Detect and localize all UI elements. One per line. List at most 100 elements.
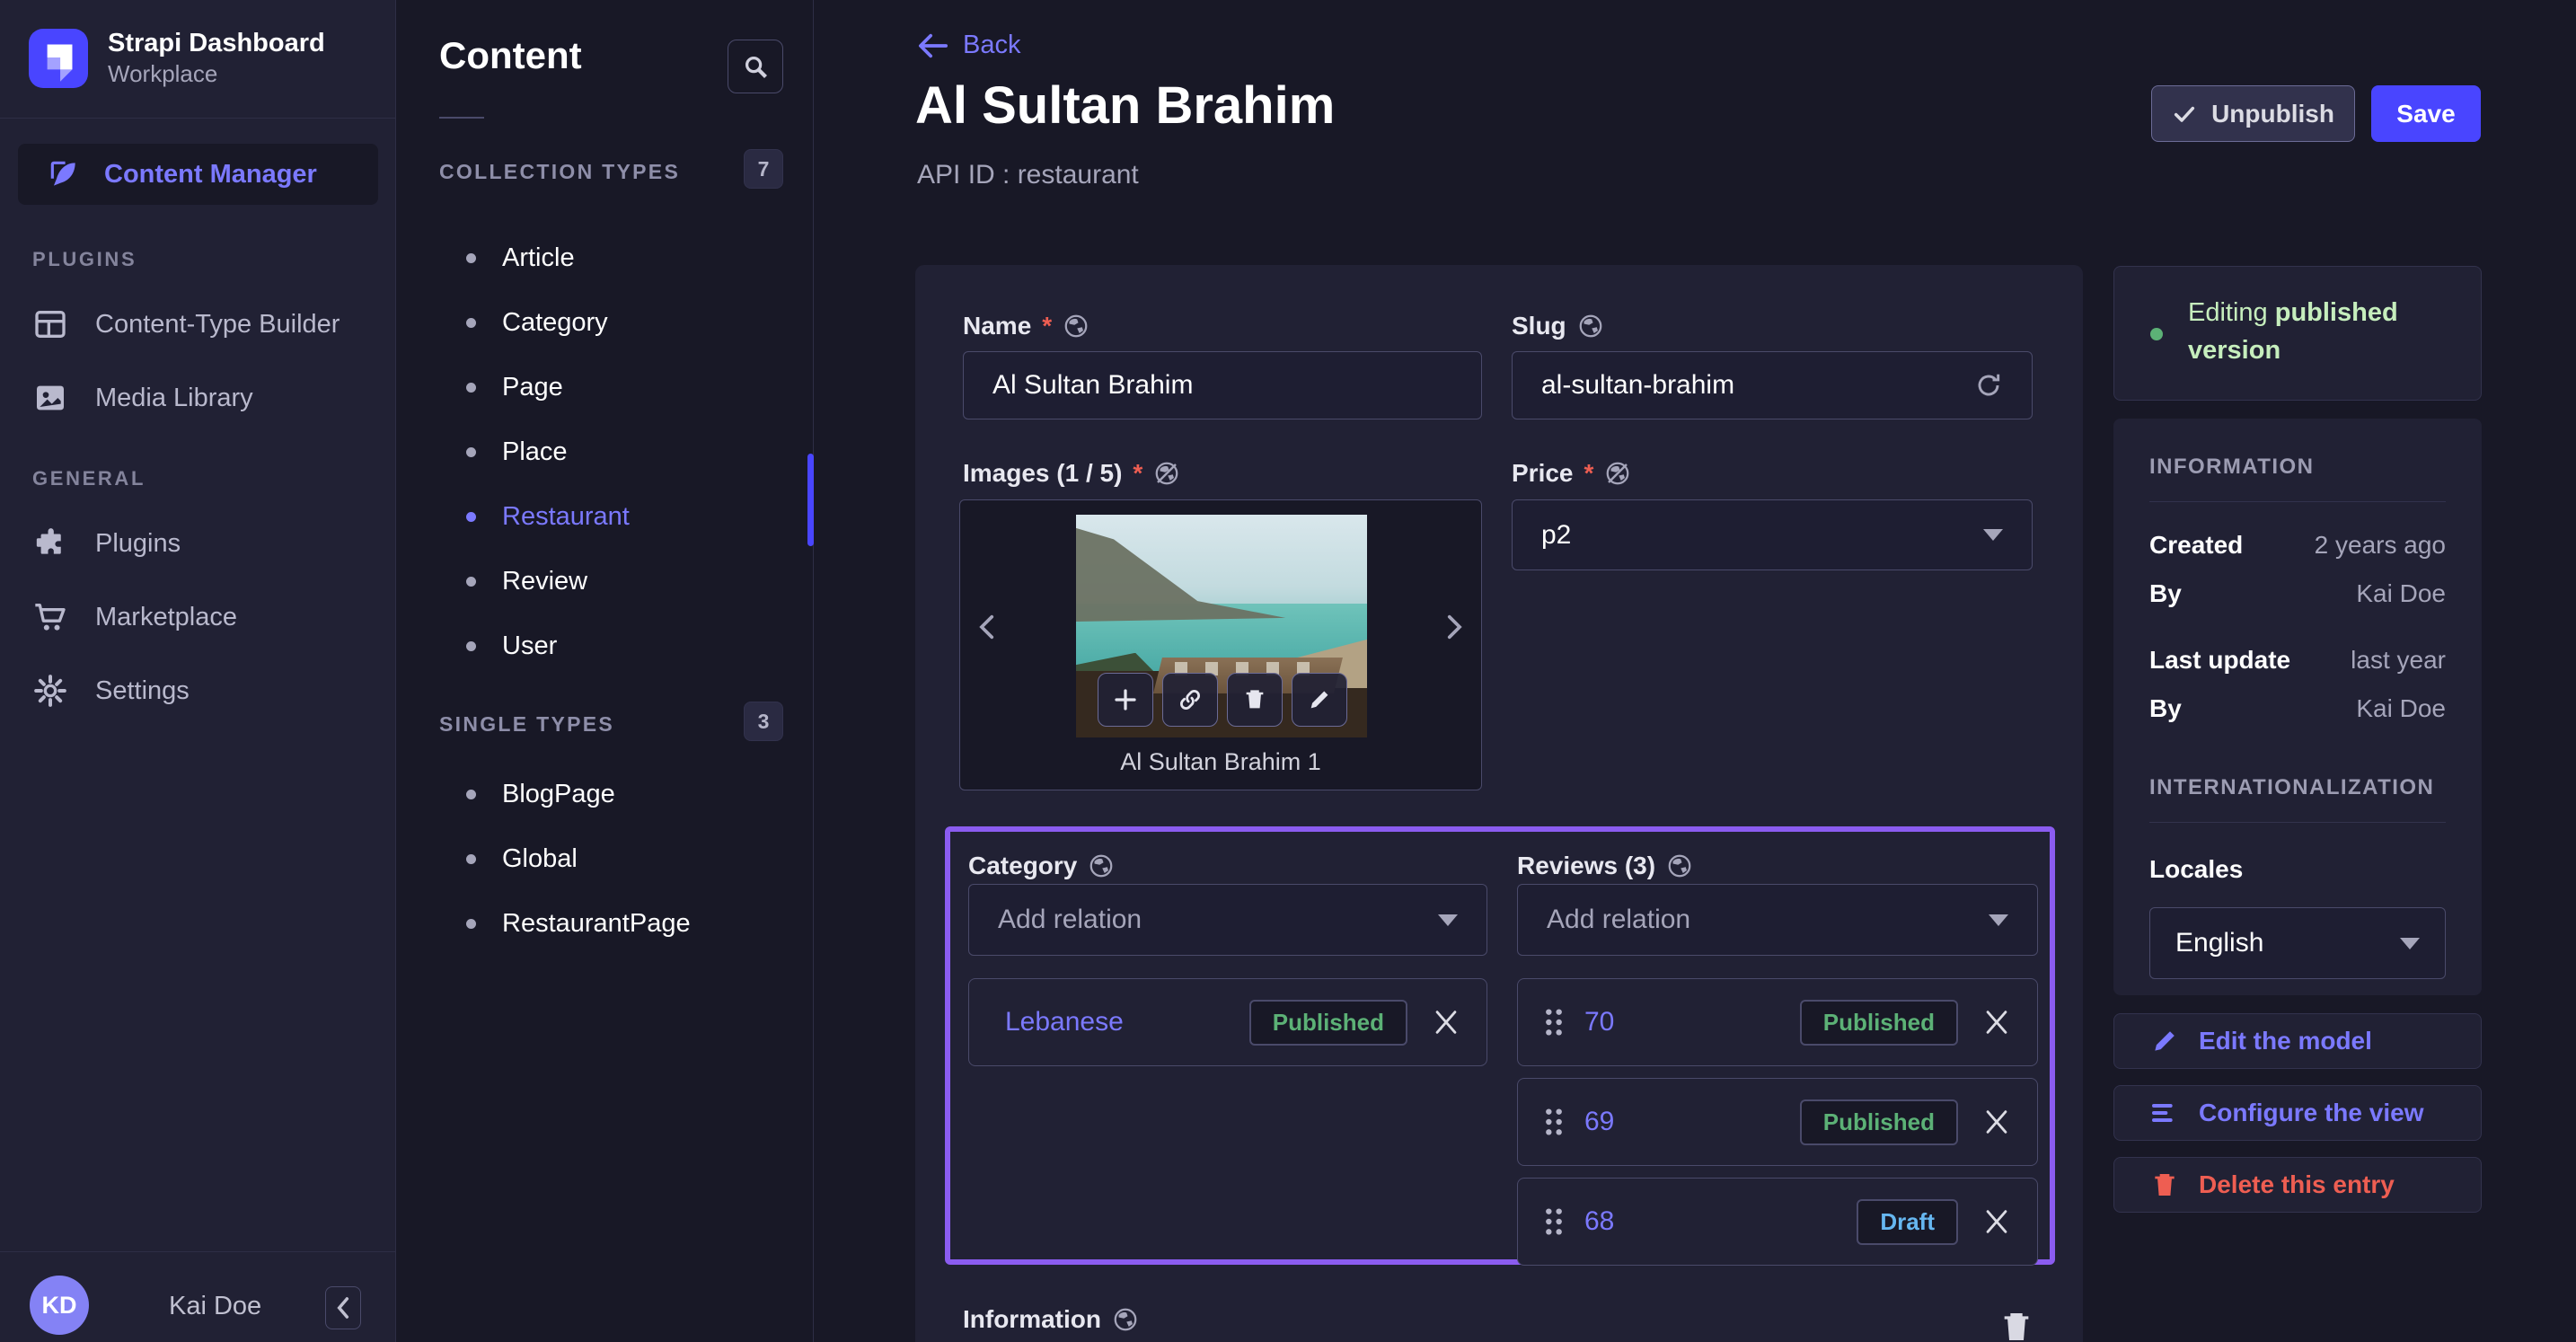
delete-entry-button[interactable]: Delete this entry (2113, 1157, 2482, 1213)
remove-relation-icon[interactable] (1431, 1007, 1461, 1037)
globe-icon (1064, 314, 1088, 338)
meta-label: By (2149, 694, 2182, 722)
label-text: Slug (1512, 312, 1566, 340)
sidebar-item-plugins[interactable]: Plugins (0, 507, 396, 580)
regenerate-icon[interactable] (1974, 371, 2003, 400)
content-subnav: Content COLLECTION TYPES 7 Article Categ… (396, 0, 814, 1342)
label-text: Information (963, 1305, 1101, 1333)
review-relation-item[interactable]: 68 Draft (1517, 1178, 2038, 1266)
cart-icon (35, 604, 66, 631)
category-field-label: Category (968, 852, 1115, 880)
sidebar-item-content-manager[interactable]: Content Manager (18, 144, 378, 205)
bullet-icon (466, 317, 476, 328)
item-label: Article (502, 243, 575, 272)
configure-view-button[interactable]: Configure the view (2113, 1085, 2482, 1141)
sidebar-item-page[interactable]: Page (396, 355, 807, 419)
nav-section-plugins: PLUGINS (32, 248, 137, 270)
name-input[interactable]: Al Sultan Brahim (963, 351, 1482, 419)
bullet-icon (466, 446, 476, 457)
collapse-sidebar-button[interactable] (325, 1286, 361, 1329)
trash-icon (1246, 690, 1264, 709)
remove-relation-icon[interactable] (1981, 1007, 2012, 1037)
price-select[interactable]: p2 (1512, 499, 2033, 570)
image-caption: Al Sultan Brahim 1 (1120, 748, 1321, 775)
locale-select[interactable]: English (2149, 907, 2446, 979)
save-button[interactable]: Save (2371, 85, 2481, 142)
edit-form-card: Name * Al Sultan Brahim Slug al-sultan-br… (915, 265, 2083, 1342)
entry-meta-panel: INFORMATION Created 2 years ago By Kai D… (2113, 419, 2482, 995)
sidebar-item-content-type-builder[interactable]: Content-Type Builder (0, 287, 396, 361)
sidebar-item-restaurant[interactable]: Restaurant (396, 484, 807, 549)
relations-selection-zone: Category Add relation Lebanese Published (945, 826, 2055, 1266)
page-title: Al Sultan Brahim (915, 76, 1336, 135)
slug-value: al-sultan-brahim (1541, 370, 1735, 400)
sidebar-item-settings[interactable]: Settings (0, 654, 396, 728)
user-name: Kai Doe (169, 1292, 262, 1320)
remove-relation-icon[interactable] (1981, 1107, 2012, 1137)
sidebar-item-restaurantpage[interactable]: RestaurantPage (396, 891, 807, 956)
relation-link[interactable]: 69 (1584, 1107, 1614, 1137)
button-label: Edit the model (2199, 1027, 2372, 1055)
drag-handle-icon[interactable] (1543, 1007, 1565, 1037)
review-relation-item[interactable]: 69 Published (1517, 1078, 2038, 1166)
meta-label: Created (2149, 531, 2244, 559)
sidebar-item-article[interactable]: Article (396, 225, 807, 290)
item-label: Global (502, 843, 578, 873)
delete-component-icon[interactable] (1998, 1307, 2034, 1342)
meta-label: Last update (2149, 646, 2291, 674)
strapi-admin: Strapi Dashboard Workplace Content Manag… (0, 0, 2576, 1342)
status-badge: Published (1799, 1099, 1958, 1145)
category-relation-item[interactable]: Lebanese Published (968, 978, 1487, 1066)
carousel-next-icon[interactable] (1438, 612, 1469, 642)
sidebar-item-place[interactable]: Place (396, 419, 807, 484)
category-add-relation-select[interactable]: Add relation (968, 884, 1487, 956)
unpublish-label: Unpublish (2211, 99, 2334, 128)
collection-types-count: 7 (744, 149, 783, 189)
remove-relation-icon[interactable] (1981, 1206, 2012, 1237)
sidebar-item-review[interactable]: Review (396, 549, 807, 614)
sidebar-item-marketplace[interactable]: Marketplace (0, 580, 396, 654)
meta-value: 2 years ago (2314, 531, 2446, 559)
add-image-button[interactable] (1098, 673, 1153, 727)
item-label: User (502, 631, 558, 660)
sidebar-item-global[interactable]: Global (396, 826, 807, 891)
drag-handle-icon[interactable] (1543, 1206, 1565, 1237)
published-dot-icon (2150, 328, 2163, 340)
slug-input[interactable]: al-sultan-brahim (1512, 351, 2033, 419)
label-text: Reviews (3) (1517, 852, 1656, 879)
review-relation-item[interactable]: 70 Published (1517, 978, 2038, 1066)
information-field-label: Information (963, 1305, 1139, 1334)
relation-link[interactable]: 70 (1584, 1007, 1614, 1037)
sidebar-item-label: Media Library (95, 383, 253, 412)
avatar[interactable]: KD (30, 1276, 89, 1335)
api-id: API ID : restaurant (917, 160, 1139, 190)
workspace-switcher[interactable]: Strapi Dashboard Workplace (29, 27, 325, 90)
edit-model-button[interactable]: Edit the model (2113, 1013, 2482, 1069)
sidebar-item-media-library[interactable]: Media Library (0, 361, 396, 435)
subnav-scrollbar-thumb[interactable] (807, 454, 814, 546)
sidebar-item-blogpage[interactable]: BlogPage (396, 762, 807, 826)
search-button[interactable] (728, 40, 783, 93)
subnav-title: Content (439, 34, 582, 76)
reviews-add-relation-select[interactable]: Add relation (1517, 884, 2038, 956)
bullet-icon (466, 640, 476, 651)
bullet-icon (466, 252, 476, 263)
relation-link[interactable]: Lebanese (1005, 1007, 1124, 1037)
meta-row-last-update: Last update last year (2149, 646, 2446, 675)
workspace-name: Workplace (108, 60, 218, 88)
back-link[interactable]: Back (918, 31, 1020, 60)
bullet-icon (466, 511, 476, 522)
carousel-prev-icon[interactable] (973, 612, 1003, 642)
relation-link[interactable]: 68 (1584, 1206, 1614, 1237)
bullet-icon (466, 382, 476, 393)
trash-icon (2155, 1174, 2175, 1196)
sidebar-item-category[interactable]: Category (396, 290, 807, 355)
delete-image-button[interactable] (1227, 673, 1283, 727)
drag-handle-icon[interactable] (1543, 1107, 1565, 1137)
globe-strikethrough-icon (1155, 462, 1178, 485)
collection-types-label: COLLECTION TYPES (439, 160, 681, 183)
edit-image-button[interactable] (1292, 673, 1347, 727)
unpublish-button[interactable]: Unpublish (2151, 85, 2355, 142)
copy-link-button[interactable] (1162, 673, 1218, 727)
sidebar-item-user[interactable]: User (396, 614, 807, 678)
